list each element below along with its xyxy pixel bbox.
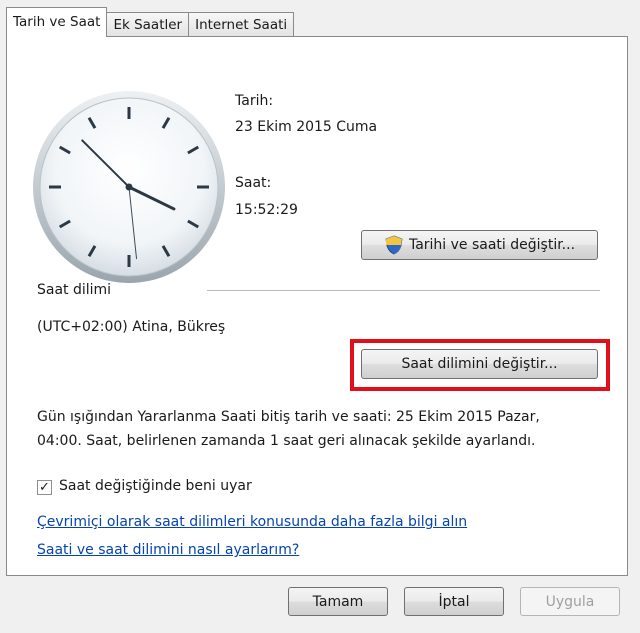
more-info-link[interactable]: Çevrimiçi olarak saat dilimleri konusund… [37, 514, 467, 530]
notify-checkbox[interactable]: ✓ [37, 480, 52, 495]
dst-info-line-2: 04:00. Saat, belirlenen zamanda 1 saat g… [37, 433, 536, 449]
date-label: Tarih: [235, 93, 274, 109]
tab-date-time[interactable]: Tarih ve Saat [6, 7, 108, 37]
notify-checkbox-label: Saat değiştiğinde beni uyar [59, 478, 252, 494]
cancel-button[interactable]: İptal [404, 587, 504, 616]
shield-icon [385, 235, 403, 255]
timezone-header: Saat dilimi [37, 282, 112, 298]
tab-additional-clocks[interactable]: Ek Saatler [106, 12, 190, 36]
change-date-time-label: Tarihi ve saati değiştir... [408, 237, 576, 253]
time-label: Saat: [235, 175, 272, 191]
dst-info: Gün ışığından Yararlanma Saati bitiş tar… [37, 405, 597, 453]
date-value: 23 Ekim 2015 Cuma [235, 119, 378, 135]
change-date-time-button[interactable]: Tarihi ve saati değiştir... [361, 230, 598, 260]
time-value: 15:52:29 [235, 202, 298, 218]
tab-panel: Tarih: 23 Ekim 2015 Cuma Saat: 15:52:29 … [6, 36, 628, 576]
dst-info-line-1: Gün ışığından Yararlanma Saati bitiş tar… [37, 409, 540, 425]
section-divider [207, 290, 600, 291]
change-timezone-button[interactable]: Saat dilimini değiştir... [361, 349, 598, 379]
ok-button[interactable]: Tamam [288, 587, 388, 616]
timezone-value: (UTC+02:00) Atina, Bükreş [37, 319, 226, 335]
tab-internet-time[interactable]: Internet Saati [188, 12, 295, 36]
apply-button[interactable]: Uygula [520, 587, 620, 616]
how-to-link[interactable]: Saati ve saat dilimini nasıl ayarlarım? [37, 542, 299, 558]
analog-clock-icon [33, 91, 225, 283]
tab-bar: Tarih ve Saat Ek Saatler Internet Saati [6, 7, 295, 37]
